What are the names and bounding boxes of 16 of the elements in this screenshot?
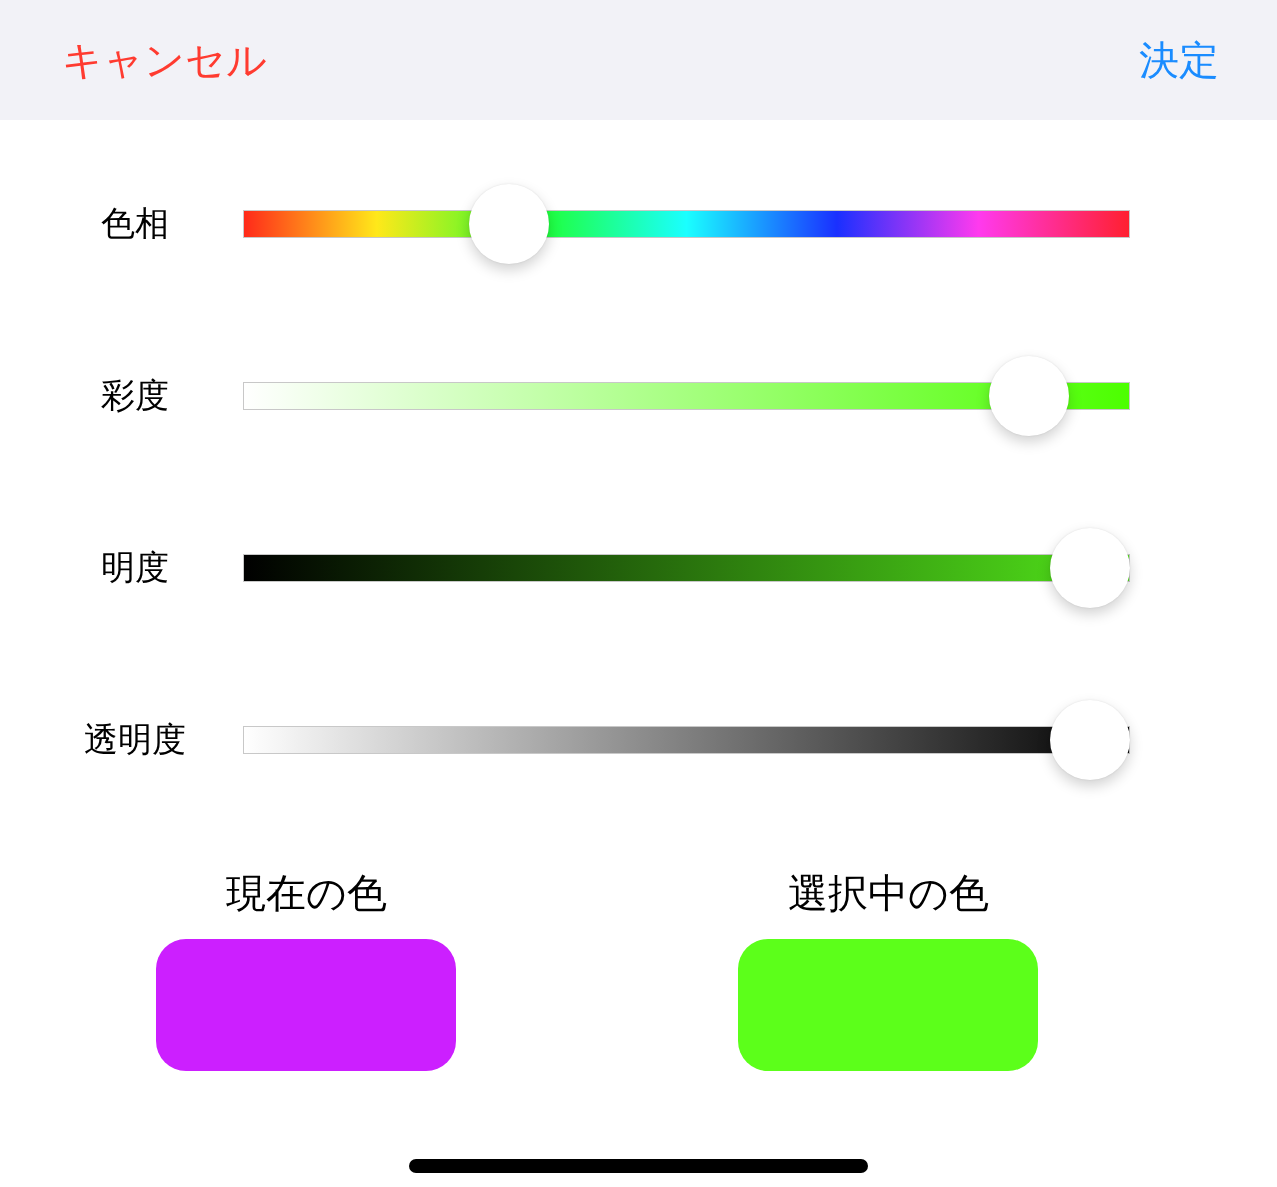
slider-track[interactable]	[243, 210, 1130, 238]
slider-thumb[interactable]	[1050, 700, 1130, 780]
slider-thumb[interactable]	[1050, 528, 1130, 608]
slider-label: 彩度	[100, 374, 170, 417]
cancel-button[interactable]: キャンセル	[62, 32, 267, 88]
slider-track[interactable]	[243, 554, 1130, 582]
confirm-button[interactable]: 決定	[1139, 32, 1219, 88]
slider-thumb[interactable]	[989, 356, 1070, 436]
slider-thumb[interactable]	[468, 184, 549, 264]
swatch-label: 現在の色	[225, 869, 387, 918]
swatch-label: 選択中の色	[787, 869, 989, 918]
slider-label: 明度	[100, 546, 170, 589]
slider-label: 透明度	[83, 718, 187, 761]
slider-track[interactable]	[243, 382, 1130, 410]
slider-track[interactable]	[243, 726, 1130, 754]
slider-label: 色相	[100, 202, 170, 245]
